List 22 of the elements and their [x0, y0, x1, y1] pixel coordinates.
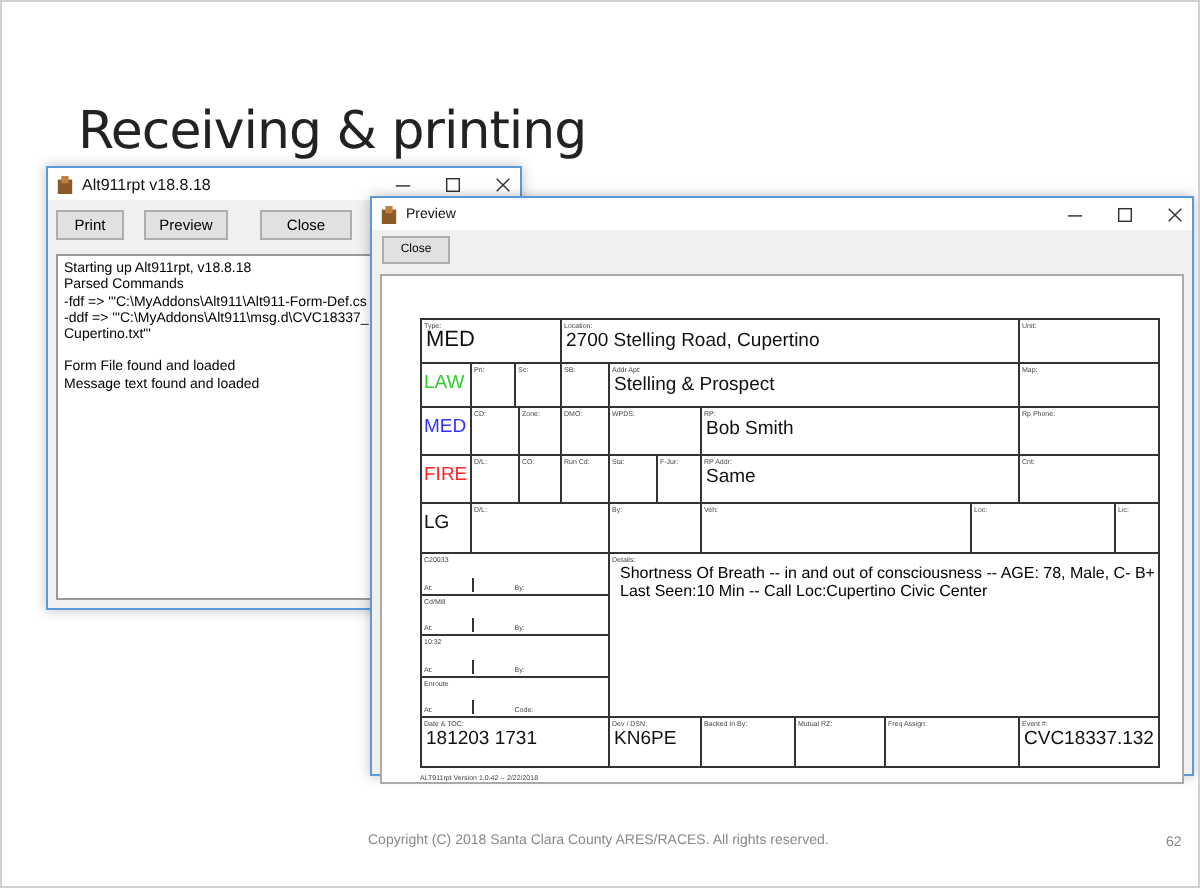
details-text: Last Seen:10 Min -- Call Loc:Cupertino Civic Center: [620, 582, 988, 600]
field-value: Bob Smith: [704, 418, 796, 440]
agency-label: FIRE: [424, 462, 468, 486]
field-value: CVC18337.132: [1022, 728, 1156, 750]
app-icon: [56, 175, 74, 193]
agency-label: LG: [424, 510, 452, 534]
field-value: KN6PE: [612, 728, 679, 750]
maximize-icon[interactable]: [1116, 205, 1134, 223]
maximize-icon[interactable]: [444, 175, 462, 193]
field-value: MED: [426, 330, 477, 352]
agency-label: LAW: [424, 370, 467, 394]
app-icon: [380, 205, 398, 223]
details-text: Shortness Of Breath -- in and out of consciousness -- AGE: 78, Male, C- B+: [620, 564, 1155, 582]
slide-title: Receiving & printing: [78, 102, 587, 162]
field-value: 2700 Stelling Road, Cupertino: [564, 330, 822, 352]
close-icon[interactable]: [1166, 205, 1184, 223]
agency-label: MED: [424, 414, 468, 438]
field-value: Stelling & Prospect: [612, 374, 777, 396]
field-value: 181203 1731: [424, 728, 539, 750]
close-icon[interactable]: [494, 175, 512, 193]
field-value: Same: [704, 466, 758, 488]
window-title: Alt911rpt v18.8.18: [82, 175, 213, 193]
